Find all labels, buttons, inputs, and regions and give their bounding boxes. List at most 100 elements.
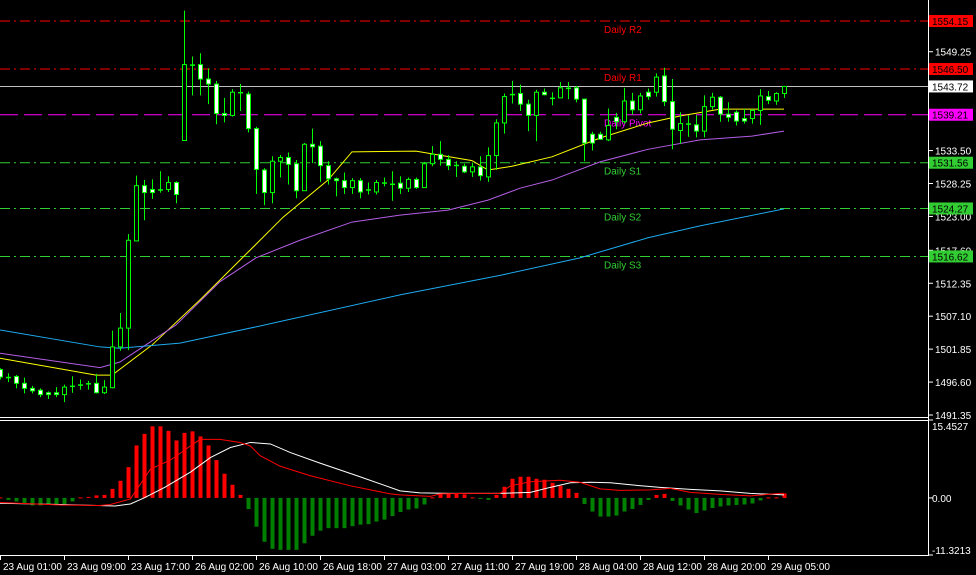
macd-histogram-bar (390, 497, 395, 517)
macd-histogram-bar (662, 493, 667, 498)
macd-histogram-bar (78, 497, 83, 499)
candle-bullish (406, 178, 411, 189)
pivot-price-badge-label: 1531.56 (932, 159, 969, 170)
candle-bullish (758, 95, 763, 111)
macd-histogram-bar (518, 476, 523, 498)
candle-bullish (638, 95, 643, 111)
macd-histogram-bar (414, 497, 419, 509)
price-tick-label: 1512.35 (935, 279, 972, 290)
candle-bullish (622, 100, 627, 123)
price-tick-label: 1496.60 (935, 378, 972, 389)
macd-tick-label: 0.00 (932, 494, 952, 505)
macd-histogram-bar (118, 480, 123, 498)
candle-bearish (262, 169, 267, 194)
candle-bearish (478, 166, 483, 177)
macd-histogram-bar (0, 497, 3, 499)
macd-histogram-bar (486, 497, 491, 500)
time-tick-label: 27 Aug 11:00 (451, 562, 510, 573)
candle-bearish (662, 75, 667, 103)
time-tick-label: 23 Aug 01:00 (3, 562, 62, 573)
candle-bearish (294, 163, 299, 192)
candle-bearish (766, 96, 771, 101)
macd-histogram-bar (214, 460, 219, 498)
macd-histogram-bar (694, 497, 699, 514)
candle-bullish (486, 155, 491, 178)
time-tick-label: 27 Aug 19:00 (515, 562, 574, 573)
macd-histogram-bar (262, 497, 267, 542)
candle-bullish (502, 96, 507, 124)
macd-histogram-bar (406, 497, 411, 510)
macd-histogram-bar (478, 497, 483, 499)
macd-tick-label: 15.4527 (932, 422, 969, 433)
candle-bearish (342, 180, 347, 189)
time-tick-label: 26 Aug 02:00 (195, 562, 254, 573)
time-tick-label: 23 Aug 09:00 (67, 562, 126, 573)
macd-histogram-bar (190, 431, 195, 498)
macd-histogram-bar (774, 497, 779, 499)
candle-bearish (718, 96, 723, 115)
time-tick-label: 26 Aug 10:00 (259, 562, 318, 573)
candle-bullish (110, 346, 115, 389)
macd-histogram-bar (470, 497, 475, 499)
candle-bearish (694, 124, 699, 132)
current-price-label: 1543.72 (932, 82, 969, 93)
candle-bearish (310, 143, 315, 148)
macd-histogram-bar (526, 476, 531, 498)
candle-bearish (94, 382, 99, 394)
macd-histogram-bar (206, 445, 211, 498)
candle-bearish (462, 165, 467, 173)
candle-bullish (606, 124, 611, 141)
macd-histogram-bar (558, 485, 563, 498)
pivot-label: Daily S1 (604, 167, 642, 178)
candle-bearish (198, 64, 203, 80)
candle-bullish (134, 185, 139, 242)
macd-histogram-bar (286, 497, 291, 550)
time-tick-label: 23 Aug 17:00 (131, 562, 190, 573)
macd-histogram-bar (494, 494, 499, 498)
macd-histogram-bar (14, 497, 19, 502)
macd-histogram-bar (654, 494, 659, 498)
candle-bearish (14, 375, 19, 384)
candle-bullish (166, 182, 171, 190)
macd-histogram-bar (302, 497, 307, 544)
macd-histogram-bar (638, 497, 643, 505)
candle-bearish (614, 116, 619, 123)
candle-bullish (702, 106, 707, 132)
macd-histogram-bar (766, 497, 771, 499)
trading-chart[interactable]: Daily R2Daily R1Daily PivotDaily S1Daily… (0, 0, 976, 575)
candle-bearish (742, 118, 747, 122)
macd-histogram-bar (646, 497, 651, 500)
macd-histogram-bar (150, 426, 155, 498)
candle-bearish (54, 392, 59, 396)
macd-histogram-bar (254, 497, 259, 527)
candle-bearish (526, 103, 531, 116)
macd-histogram-bar (758, 497, 763, 501)
time-tick-label: 26 Aug 18:00 (323, 562, 382, 573)
macd-histogram-bar (582, 497, 587, 504)
candle-bearish (646, 91, 651, 98)
candle-bullish (782, 85, 787, 94)
candle-bullish (350, 180, 355, 189)
macd-histogram-bar (102, 494, 107, 498)
pivot-label: Daily S3 (604, 260, 642, 271)
price-tick-label: 1501.85 (935, 345, 972, 356)
pivot-label: Daily R1 (604, 73, 642, 84)
macd-histogram-bar (374, 497, 379, 522)
candle-bearish (254, 128, 259, 170)
macd-histogram-bar (22, 497, 27, 503)
macd-histogram-bar (718, 497, 723, 507)
candle-bearish (734, 111, 739, 122)
candle-bearish (246, 93, 251, 130)
candle-bullish (494, 122, 499, 157)
macd-histogram-bar (702, 497, 707, 511)
macd-histogram-bar (566, 488, 571, 498)
candle-bearish (726, 113, 731, 118)
macd-histogram-bar (734, 497, 739, 505)
pivot-price-badge-label: 1554.15 (932, 17, 969, 28)
macd-histogram-bar (294, 497, 299, 550)
macd-histogram-bar (278, 497, 283, 550)
price-tick-label: 1507.10 (935, 312, 972, 323)
candle-bearish (38, 389, 43, 396)
macd-histogram-bar (6, 497, 11, 500)
macd-histogram-bar (678, 497, 683, 506)
